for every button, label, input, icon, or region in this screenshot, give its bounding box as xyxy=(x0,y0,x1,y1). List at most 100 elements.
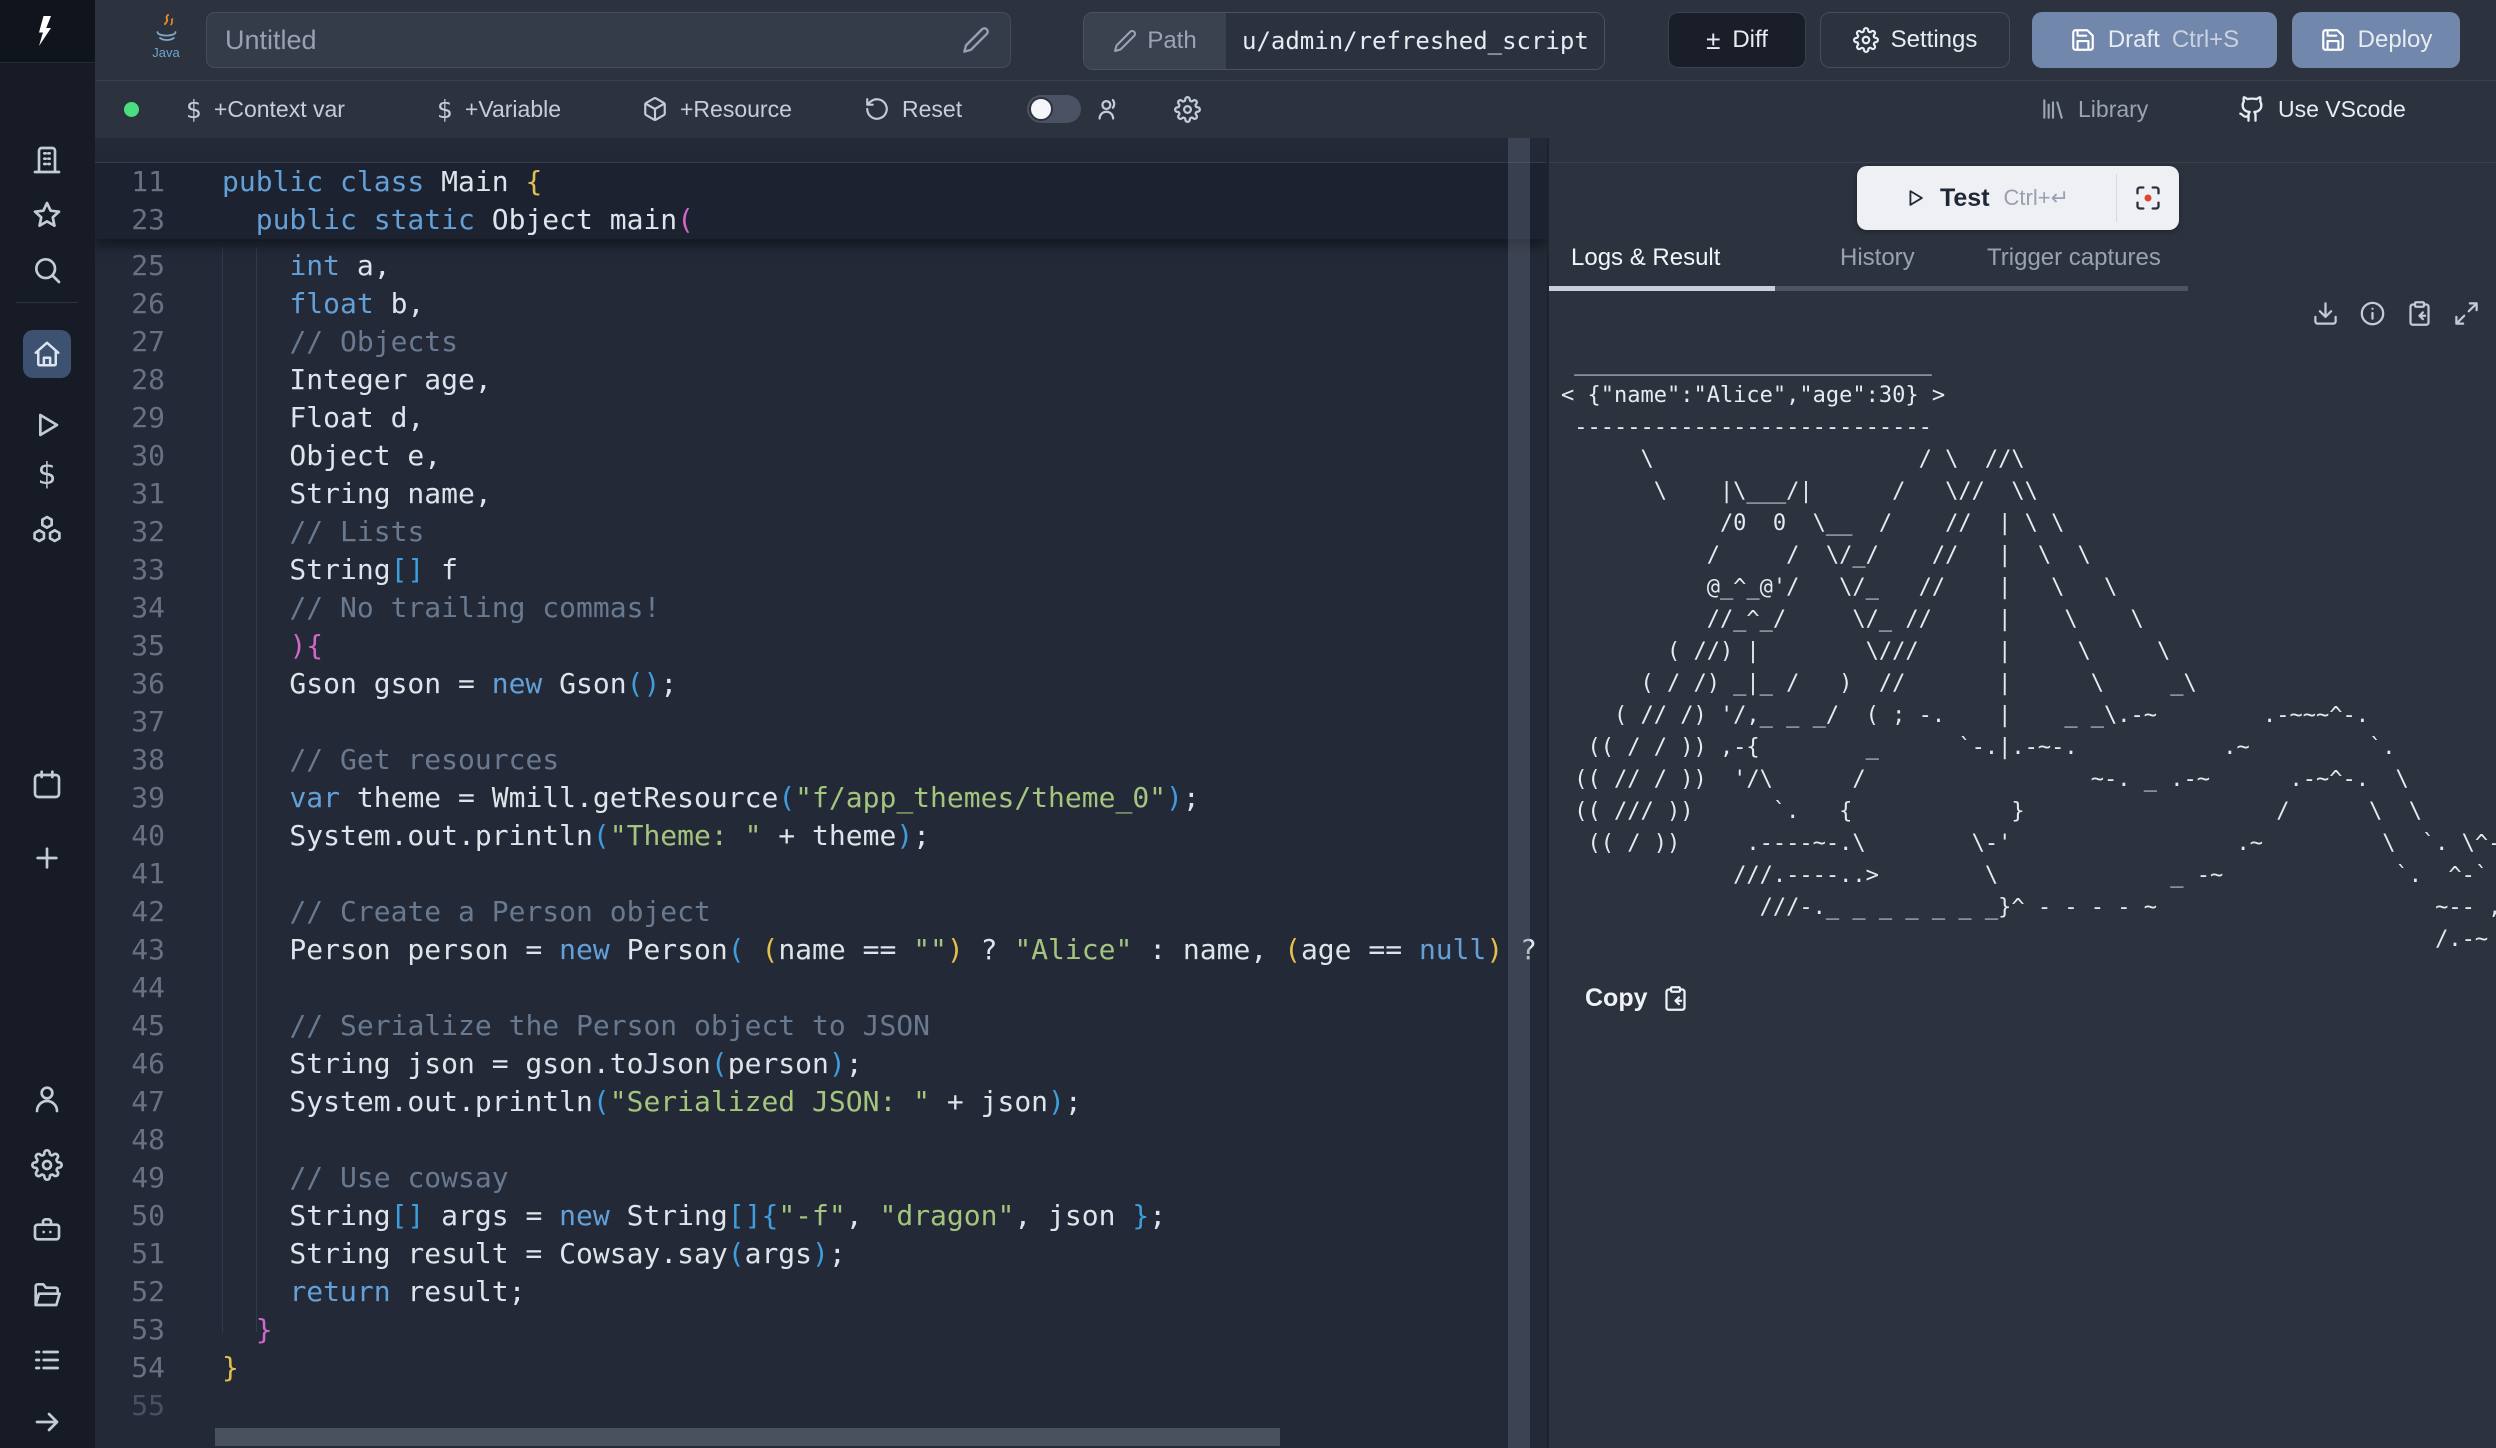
editor-settings-button[interactable] xyxy=(1174,96,1201,123)
library-label: Library xyxy=(2078,96,2148,123)
code-line: 27 // Objects xyxy=(95,323,1547,361)
windmill-logo[interactable] xyxy=(0,0,95,63)
result-actions xyxy=(2312,300,2480,327)
svg-text:Java: Java xyxy=(152,45,180,60)
path-button[interactable]: Path u/admin/refreshed_script xyxy=(1083,12,1605,70)
sidebar-divider xyxy=(16,302,78,303)
draft-label: Draft xyxy=(2108,26,2160,54)
home-icon xyxy=(32,339,62,369)
code-line: 54} xyxy=(95,1349,1547,1387)
tab-underline-track xyxy=(1775,286,2188,291)
add-context-var-button[interactable]: $ +Context var xyxy=(186,80,345,138)
java-language-badge: Java xyxy=(148,12,184,64)
sidebar-item-folders[interactable] xyxy=(31,1279,63,1311)
deploy-label: Deploy xyxy=(2358,26,2433,54)
gear-icon xyxy=(31,1149,63,1181)
dollar-icon: $ xyxy=(437,95,453,124)
arrow-right-icon xyxy=(31,1406,63,1438)
sidebar-item-variables[interactable]: $ xyxy=(31,459,63,491)
code-line: 35 ){ xyxy=(95,627,1547,665)
code-line: 46 String json = gson.toJson(person); xyxy=(95,1045,1547,1083)
add-context-var-label: +Context var xyxy=(214,96,345,123)
code-line: 29 Float d, xyxy=(95,399,1547,437)
library-button[interactable]: Library xyxy=(2040,80,2148,138)
info-icon[interactable] xyxy=(2359,300,2386,327)
sidebar-item-resources[interactable] xyxy=(31,513,63,545)
package-icon xyxy=(642,96,668,122)
editor-horizontal-scrollbar[interactable] xyxy=(215,1428,1280,1446)
multiplayer-icon xyxy=(1094,96,1121,123)
list-icon xyxy=(31,1344,63,1376)
sidebar-expand-button[interactable] xyxy=(31,1406,63,1438)
calendar-icon xyxy=(31,769,63,801)
sidebar-item-users[interactable] xyxy=(31,1083,63,1115)
windmill-logo-icon xyxy=(30,13,66,49)
settings-label: Settings xyxy=(1891,26,1978,54)
code-line: 55 xyxy=(95,1387,1547,1425)
editor-vertical-scrollbar[interactable] xyxy=(1508,138,1530,1448)
edit-title-pencil-icon[interactable] xyxy=(962,26,990,54)
multiplayer-button[interactable] xyxy=(1094,96,1121,123)
add-resource-button[interactable]: +Resource xyxy=(642,80,792,138)
reset-button[interactable]: Reset xyxy=(864,80,962,138)
script-title-input[interactable] xyxy=(206,12,1011,68)
worker-icon xyxy=(31,1214,63,1246)
sidebar-item-more[interactable] xyxy=(31,842,63,874)
clipboard-copy-icon[interactable] xyxy=(2406,300,2433,327)
sidebar-item-runs[interactable] xyxy=(31,409,63,441)
code-line: 44 xyxy=(95,969,1547,1007)
sidebar-item-home[interactable] xyxy=(23,330,71,378)
add-variable-label: +Variable xyxy=(465,96,561,123)
deploy-button[interactable]: Deploy xyxy=(2292,12,2460,68)
download-icon[interactable] xyxy=(2312,300,2339,327)
code-line: 43 Person person = new Person( (name == … xyxy=(95,931,1547,969)
tab-logs-result[interactable]: Logs & Result xyxy=(1571,244,1720,272)
code-line: 34 // No trailing commas! xyxy=(95,589,1547,627)
add-variable-button[interactable]: $ +Variable xyxy=(437,80,561,138)
play-icon xyxy=(31,409,63,441)
sidebar-item-search[interactable] xyxy=(31,254,63,286)
test-label: Test xyxy=(1940,184,1990,213)
save-icon xyxy=(2070,27,2096,53)
sidebar-item-workers[interactable] xyxy=(31,1214,63,1246)
editor-toggle[interactable] xyxy=(1027,95,1081,123)
folder-open-icon xyxy=(31,1279,63,1311)
code-line: 11public class Main { xyxy=(95,163,1547,201)
gear-icon xyxy=(1853,27,1879,53)
capture-run-button[interactable] xyxy=(2117,166,2179,230)
sidebar-item-favorites[interactable] xyxy=(31,199,63,231)
panel-divider xyxy=(1549,162,2496,163)
reset-icon xyxy=(864,96,890,122)
code-editor[interactable]: 11public class Main {23 public static Ob… xyxy=(95,138,1547,1448)
sidebar-item-workspace[interactable] xyxy=(31,144,63,176)
result-output: ___________________________ < {"name":"A… xyxy=(1561,348,2496,956)
code-line: 31 String name, xyxy=(95,475,1547,513)
test-button-group: Test Ctrl+↵ xyxy=(1857,166,2179,230)
sidebar-item-audit-logs[interactable] xyxy=(31,1344,63,1376)
sidebar-item-schedules[interactable] xyxy=(31,769,63,801)
code-line: 23 public static Object main( xyxy=(95,201,1547,239)
toggle-knob xyxy=(1029,97,1053,121)
sidebar-item-settings[interactable] xyxy=(31,1149,63,1181)
use-vscode-button[interactable]: Use VScode xyxy=(2238,80,2406,138)
draft-shortcut: Ctrl+S xyxy=(2172,26,2239,54)
copy-result-button[interactable]: Copy xyxy=(1585,984,1689,1013)
sidebar: $ xyxy=(0,0,95,1448)
diff-label: Diff xyxy=(1732,26,1768,54)
settings-button[interactable]: Settings xyxy=(1820,12,2010,68)
tab-trigger-captures[interactable]: Trigger captures xyxy=(1987,244,2161,272)
tab-history[interactable]: History xyxy=(1840,244,1915,272)
code-line: 26 float b, xyxy=(95,285,1547,323)
code-line: 50 String[] args = new String[]{"-f", "d… xyxy=(95,1197,1547,1235)
github-icon xyxy=(2238,95,2266,123)
test-button[interactable]: Test Ctrl+↵ xyxy=(1857,166,2116,230)
expand-icon[interactable] xyxy=(2453,300,2480,327)
code-line: 42 // Create a Person object xyxy=(95,893,1547,931)
copy-label: Copy xyxy=(1585,984,1648,1013)
diff-button[interactable]: ± Diff xyxy=(1668,12,1806,68)
draft-button[interactable]: Draft Ctrl+S xyxy=(2032,12,2277,68)
code-line: 49 // Use cowsay xyxy=(95,1159,1547,1197)
code-line: 53 } xyxy=(95,1311,1547,1349)
diff-icon: ± xyxy=(1706,25,1720,56)
code-line: 51 String result = Cowsay.say(args); xyxy=(95,1235,1547,1273)
